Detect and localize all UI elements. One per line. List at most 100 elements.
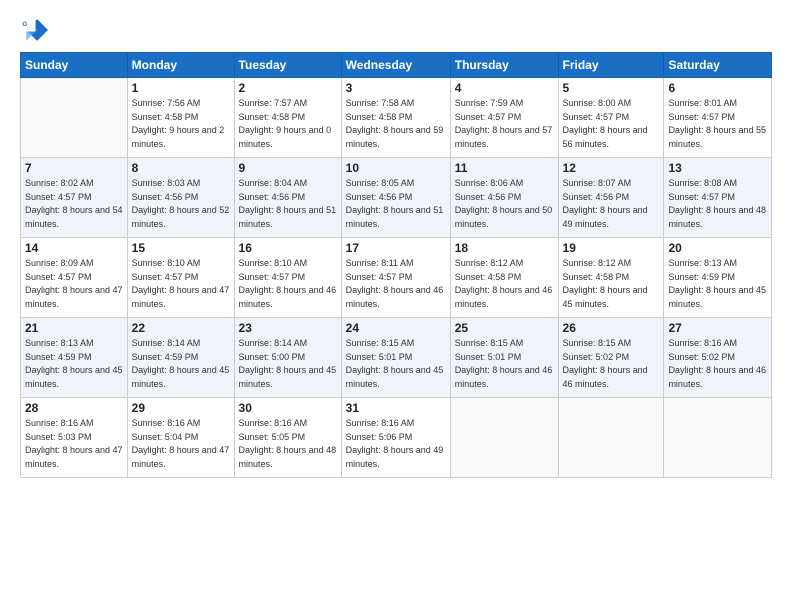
day-number: 7 (25, 161, 123, 175)
day-info: Sunrise: 8:16 AMSunset: 5:04 PMDaylight:… (132, 417, 230, 471)
day-info: Sunrise: 8:08 AMSunset: 4:57 PMDaylight:… (668, 177, 767, 231)
day-info: Sunrise: 8:15 AMSunset: 5:01 PMDaylight:… (455, 337, 554, 391)
daylight-text: Daylight: 8 hours and 45 minutes. (668, 284, 767, 311)
day-number: 22 (132, 321, 230, 335)
sunset-text: Sunset: 5:02 PM (563, 351, 660, 365)
day-number: 30 (239, 401, 337, 415)
daylight-text: Daylight: 8 hours and 46 minutes. (668, 364, 767, 391)
calendar-cell: 3Sunrise: 7:58 AMSunset: 4:58 PMDaylight… (341, 78, 450, 158)
sunrise-text: Sunrise: 8:15 AM (455, 337, 554, 351)
sunrise-text: Sunrise: 8:10 AM (239, 257, 337, 271)
daylight-text: Daylight: 9 hours and 2 minutes. (132, 124, 230, 151)
sunset-text: Sunset: 4:59 PM (25, 351, 123, 365)
weekday-header-monday: Monday (127, 53, 234, 78)
sunrise-text: Sunrise: 8:16 AM (668, 337, 767, 351)
sunrise-text: Sunrise: 8:12 AM (563, 257, 660, 271)
calendar-cell: 27 Sunrise: 8:16 AMSunset: 5:02 PMDayligh… (664, 318, 772, 398)
daylight-text: Daylight: 8 hours and 55 minutes. (668, 124, 767, 151)
day-number: 28 (25, 401, 123, 415)
sunrise-text: Sunrise: 7:58 AM (346, 97, 446, 111)
sunset-text: Sunset: 4:56 PM (239, 191, 337, 205)
day-info: Sunrise: 8:13 AMSunset: 4:59 PMDaylight:… (25, 337, 123, 391)
day-number: 27 (668, 321, 767, 335)
sunset-text: Sunset: 5:02 PM (668, 351, 767, 365)
daylight-text: Daylight: 8 hours and 45 minutes. (25, 364, 123, 391)
calendar-cell: 29Sunrise: 8:16 AMSunset: 5:04 PMDayligh… (127, 398, 234, 478)
sunset-text: Sunset: 4:56 PM (346, 191, 446, 205)
calendar-week-3: 14Sunrise: 8:09 AMSunset: 4:57 PMDayligh… (21, 238, 772, 318)
calendar-week-4: 21Sunrise: 8:13 AMSunset: 4:59 PMDayligh… (21, 318, 772, 398)
sunrise-text: Sunrise: 8:00 AM (563, 97, 660, 111)
sunset-text: Sunset: 4:58 PM (346, 111, 446, 125)
day-number: 1 (132, 81, 230, 95)
day-number: 24 (346, 321, 446, 335)
sunset-text: Sunset: 4:57 PM (132, 271, 230, 285)
calendar-table: SundayMondayTuesdayWednesdayThursdayFrid… (20, 52, 772, 478)
sunset-text: Sunset: 4:57 PM (25, 191, 123, 205)
sunset-text: Sunset: 5:05 PM (239, 431, 337, 445)
day-info: Sunrise: 8:16 AMSunset: 5:03 PMDaylight:… (25, 417, 123, 471)
sunrise-text: Sunrise: 8:13 AM (25, 337, 123, 351)
daylight-text: Daylight: 8 hours and 48 minutes. (239, 444, 337, 471)
day-info: Sunrise: 8:10 AMSunset: 4:57 PMDaylight:… (132, 257, 230, 311)
daylight-text: Daylight: 8 hours and 48 minutes. (668, 204, 767, 231)
day-number: 6 (668, 81, 767, 95)
day-number: 13 (668, 161, 767, 175)
daylight-text: Daylight: 8 hours and 56 minutes. (563, 124, 660, 151)
day-number: 12 (563, 161, 660, 175)
sunset-text: Sunset: 4:56 PM (563, 191, 660, 205)
daylight-text: Daylight: 8 hours and 47 minutes. (25, 284, 123, 311)
sunset-text: Sunset: 4:57 PM (563, 111, 660, 125)
daylight-text: Daylight: 8 hours and 45 minutes. (239, 364, 337, 391)
sunrise-text: Sunrise: 8:10 AM (132, 257, 230, 271)
day-info: Sunrise: 8:07 AMSunset: 4:56 PMDaylight:… (563, 177, 660, 231)
day-info: Sunrise: 8:00 AMSunset: 4:57 PMDaylight:… (563, 97, 660, 151)
sunrise-text: Sunrise: 8:09 AM (25, 257, 123, 271)
sunrise-text: Sunrise: 8:03 AM (132, 177, 230, 191)
day-info: Sunrise: 8:09 AMSunset: 4:57 PMDaylight:… (25, 257, 123, 311)
day-info: Sunrise: 8:16 AMSunset: 5:02 PMDaylight:… (668, 337, 767, 391)
calendar-cell (450, 398, 558, 478)
sunrise-text: Sunrise: 8:16 AM (25, 417, 123, 431)
day-info: Sunrise: 7:59 AMSunset: 4:57 PMDaylight:… (455, 97, 554, 151)
sunrise-text: Sunrise: 7:56 AM (132, 97, 230, 111)
day-info: Sunrise: 8:13 AMSunset: 4:59 PMDaylight:… (668, 257, 767, 311)
sunrise-text: Sunrise: 7:59 AM (455, 97, 554, 111)
sunrise-text: Sunrise: 8:13 AM (668, 257, 767, 271)
calendar-cell: 6Sunrise: 8:01 AMSunset: 4:57 PMDaylight… (664, 78, 772, 158)
calendar-cell: 8Sunrise: 8:03 AMSunset: 4:56 PMDaylight… (127, 158, 234, 238)
day-info: Sunrise: 8:02 AMSunset: 4:57 PMDaylight:… (25, 177, 123, 231)
calendar-cell: 30Sunrise: 8:16 AMSunset: 5:05 PMDayligh… (234, 398, 341, 478)
daylight-text: Daylight: 8 hours and 51 minutes. (239, 204, 337, 231)
sunset-text: Sunset: 4:57 PM (455, 111, 554, 125)
day-info: Sunrise: 7:58 AMSunset: 4:58 PMDaylight:… (346, 97, 446, 151)
calendar-cell (21, 78, 128, 158)
calendar-cell: 17Sunrise: 8:11 AMSunset: 4:57 PMDayligh… (341, 238, 450, 318)
sunrise-text: Sunrise: 8:15 AM (346, 337, 446, 351)
daylight-text: Daylight: 8 hours and 45 minutes. (132, 364, 230, 391)
calendar-cell: 15Sunrise: 8:10 AMSunset: 4:57 PMDayligh… (127, 238, 234, 318)
weekday-header-wednesday: Wednesday (341, 53, 450, 78)
daylight-text: Daylight: 8 hours and 45 minutes. (563, 284, 660, 311)
sunrise-text: Sunrise: 8:14 AM (239, 337, 337, 351)
calendar-cell: 2Sunrise: 7:57 AMSunset: 4:58 PMDaylight… (234, 78, 341, 158)
day-info: Sunrise: 8:15 AMSunset: 5:02 PMDaylight:… (563, 337, 660, 391)
calendar-cell: 13 Sunrise: 8:08 AMSunset: 4:57 PMDayligh… (664, 158, 772, 238)
sunrise-text: Sunrise: 8:12 AM (455, 257, 554, 271)
sunset-text: Sunset: 4:59 PM (132, 351, 230, 365)
sunrise-text: Sunrise: 8:08 AM (668, 177, 767, 191)
daylight-text: Daylight: 8 hours and 49 minutes. (346, 444, 446, 471)
day-number: 23 (239, 321, 337, 335)
calendar-week-5: 28 Sunrise: 8:16 AMSunset: 5:03 PMDayligh… (21, 398, 772, 478)
sunrise-text: Sunrise: 8:01 AM (668, 97, 767, 111)
day-number: 19 (563, 241, 660, 255)
calendar-cell: 9Sunrise: 8:04 AMSunset: 4:56 PMDaylight… (234, 158, 341, 238)
sunrise-text: Sunrise: 8:02 AM (25, 177, 123, 191)
svg-text:G: G (22, 21, 27, 28)
day-number: 18 (455, 241, 554, 255)
day-number: 14 (25, 241, 123, 255)
calendar-cell: 22Sunrise: 8:14 AMSunset: 4:59 PMDayligh… (127, 318, 234, 398)
day-number: 5 (563, 81, 660, 95)
calendar-cell: 4Sunrise: 7:59 AMSunset: 4:57 PMDaylight… (450, 78, 558, 158)
sunset-text: Sunset: 4:58 PM (563, 271, 660, 285)
